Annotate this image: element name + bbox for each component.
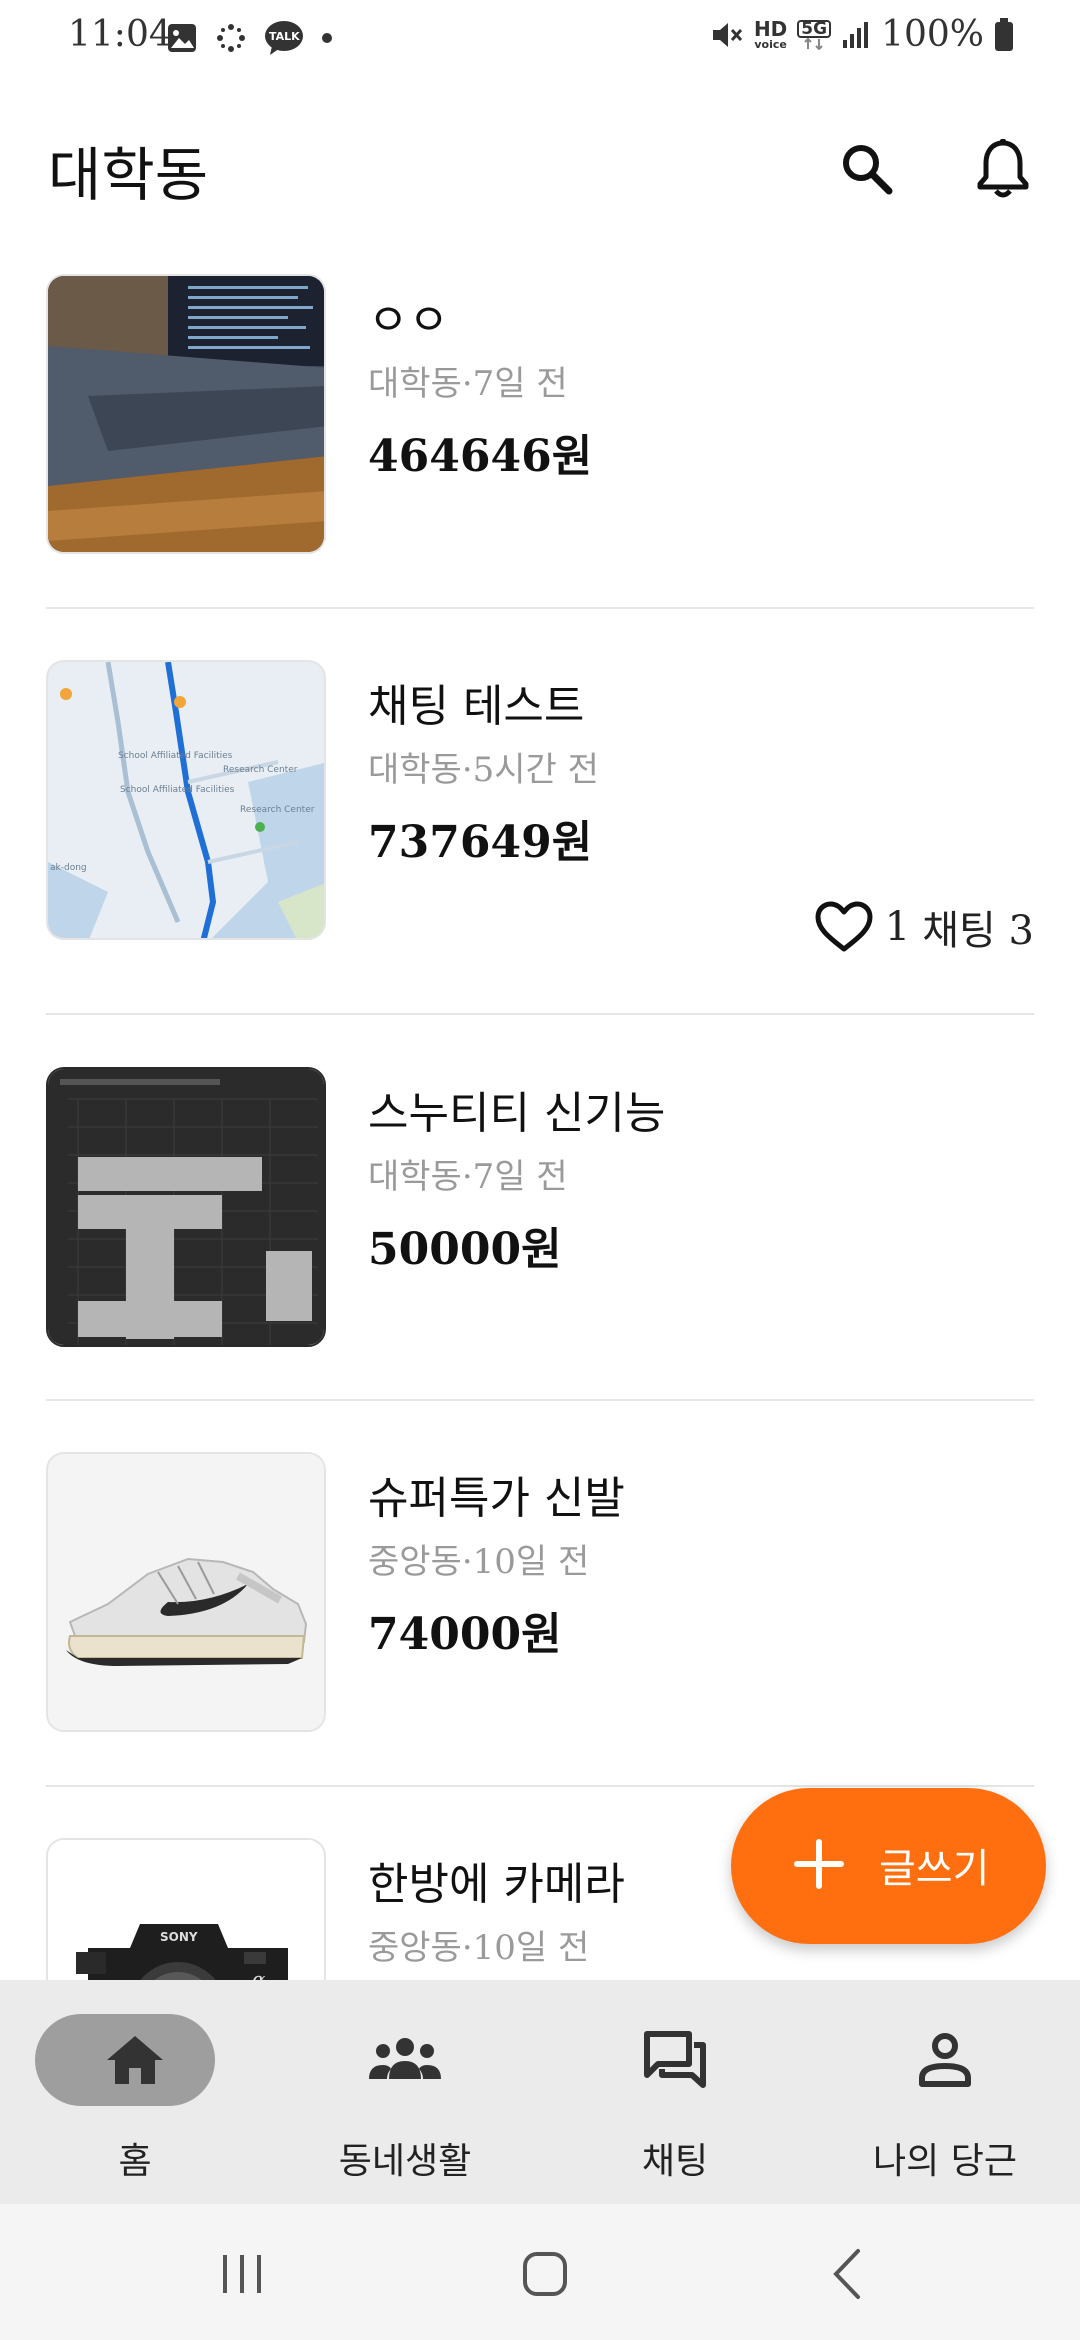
listing-thumbnail: SONY α [46,1838,326,1980]
listing-title: 스누티티 신기능 [368,1088,666,1139]
listing-stats: 1 채팅 3 [815,898,1034,956]
listing-thumbnail [46,1452,326,1732]
listing-item[interactable]: School Affiliated Facilities School Affi… [0,660,1080,1015]
talk-badge: TALK [269,30,300,43]
home-system-button[interactable] [505,2234,585,2314]
listing-item[interactable]: 슈퍼특가 신발 중앙동·10일 전 74000원 [0,1452,1080,1786]
bottom-navigation: 홈 동네생활 채팅 나의 당근 [0,1980,1080,2204]
divider [46,1399,1034,1401]
laptop-photo [48,276,324,552]
write-post-label: 글쓰기 [879,1846,990,1892]
status-bar: 11:04 TALK HD voice 5G 100% [0,0,1080,80]
map-label: Research Center [240,805,315,815]
search-icon [843,145,893,195]
listing-price: 74000원 [368,1609,562,1660]
app-header: 대학동 [0,110,1080,220]
map-label: School Affiliated Facilities [118,751,233,761]
chat-icon [540,2030,810,2090]
voice-label: voice [754,38,787,51]
search-button[interactable] [832,134,902,204]
map-label: ak-dong [50,863,87,873]
mute-icon [710,18,744,52]
timetable-screenshot [48,1069,324,1345]
system-status-icons: HD voice 5G 100% [710,14,1014,55]
camera-photo: SONY α [48,1840,324,1980]
back-button[interactable] [808,2234,888,2314]
chat-count: 채팅 3 [922,908,1034,954]
nav-item-community[interactable]: 동네생활 [270,1980,540,2204]
nav-label: 나의 당근 [873,2141,1017,2182]
listing-price: 50000원 [368,1224,562,1275]
listing-item[interactable]: ㅇㅇ 대학동·7일 전 464646원 [0,274,1080,608]
listing-meta: 중앙동·10일 전 [368,1542,590,1582]
home-circle-icon [523,2252,567,2296]
back-icon [833,2249,860,2299]
listing-thumbnail [46,1067,326,1347]
notification-icons: TALK [166,20,334,56]
like-count: 1 [884,904,911,950]
nav-label: 동네생활 [338,2141,472,2182]
map-label: School Affiliated Facilities [120,785,235,795]
map-photo: School Affiliated Facilities School Affi… [48,662,324,938]
camera-mark: α [252,1967,266,1980]
heart-icon [815,901,873,952]
listing-title: ㅇㅇ [368,295,449,346]
nav-item-chat[interactable]: 채팅 [540,1980,810,2204]
divider [46,1013,1034,1015]
nav-label: 홈 [118,2141,152,2182]
recents-button[interactable] [202,2234,282,2314]
5g-icon: 5G [797,19,832,50]
signal-icon [841,20,871,50]
image-icon [166,22,198,54]
person-icon [810,2030,1080,2090]
listing-thumbnail [46,274,326,554]
write-post-button[interactable]: 글쓰기 [731,1788,1046,1944]
map-label: Research Center [223,765,298,775]
hd-label: HD [753,17,788,41]
listing-title: 한방에 카메라 [368,1859,625,1910]
listing-meta: 대학동·5시간 전 [368,750,599,790]
listing-meta: 중앙동·10일 전 [368,1928,590,1968]
listing-title: 슈퍼특가 신발 [368,1473,625,1524]
kakaotalk-icon: TALK [264,20,304,56]
plus-icon [794,1839,844,1889]
battery-icon [994,17,1014,52]
battery-percent: 100% [881,14,984,55]
nav-label: 채팅 [641,2141,709,2182]
snow-icon [214,21,248,55]
camera-brand: SONY [160,1930,198,1944]
status-time: 11:04 [68,14,172,55]
home-icon [0,2030,270,2090]
bell-icon [977,139,1029,198]
hd-voice-icon: HD voice [754,19,787,50]
recents-icon [223,2255,261,2293]
listing-price: 464646원 [368,431,593,482]
notifications-button[interactable] [968,134,1038,204]
listing-title: 채팅 테스트 [368,681,585,732]
nav-item-home[interactable]: 홈 [0,1980,270,2204]
listing-meta: 대학동·7일 전 [368,364,568,404]
divider [46,607,1034,609]
system-navigation-bar [0,2204,1080,2340]
listing-price: 737649원 [368,817,593,868]
sneaker-photo [48,1454,324,1730]
location-title[interactable]: 대학동 [48,128,208,212]
divider [46,1785,1034,1787]
people-icon [270,2030,540,2090]
listing-meta: 대학동·7일 전 [368,1157,568,1197]
dot-icon [320,31,334,45]
nav-item-my-carrot[interactable]: 나의 당근 [810,1980,1080,2204]
listing-item[interactable]: 스누티티 신기능 대학동·7일 전 50000원 [0,1067,1080,1401]
5g-label: 5G [797,19,832,38]
listing-thumbnail: School Affiliated Facilities School Affi… [46,660,326,940]
